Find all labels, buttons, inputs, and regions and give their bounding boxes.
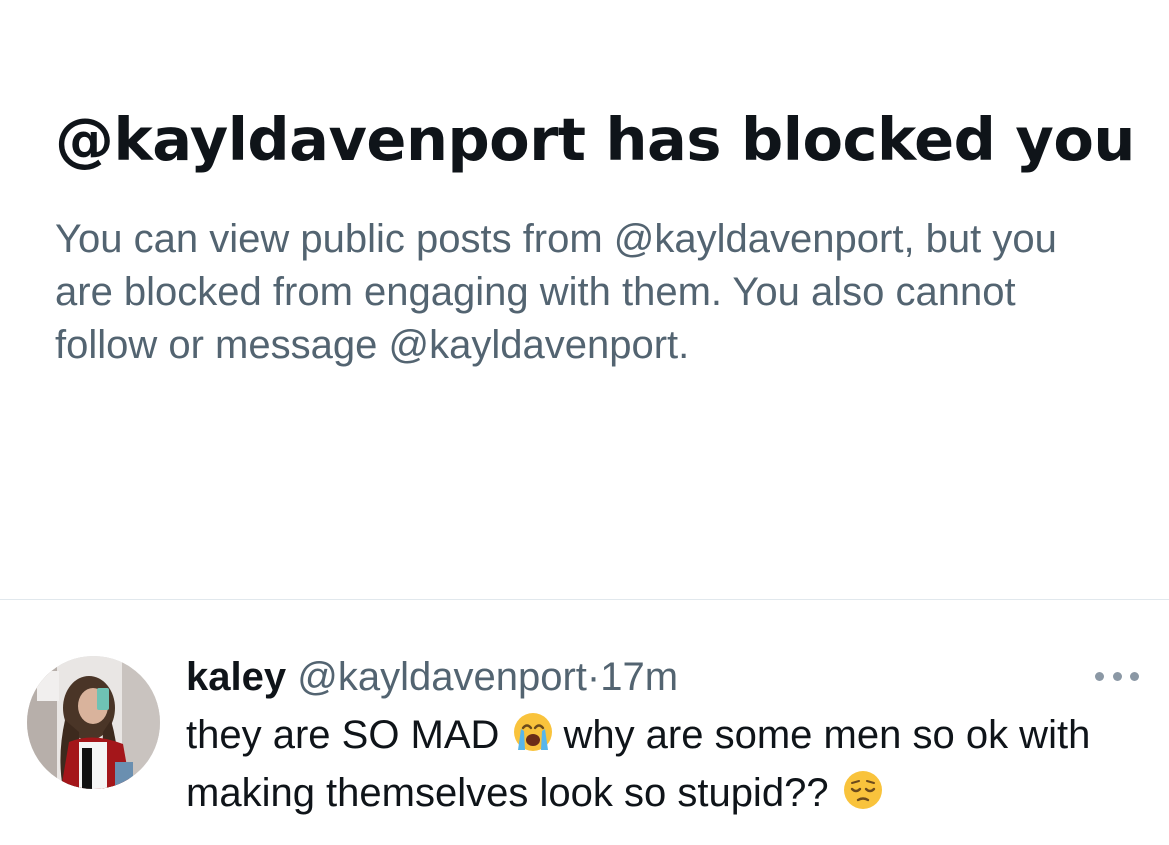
avatar[interactable] <box>27 656 160 789</box>
post-body: kaley @kayldavenport·17m they are SO MAD… <box>186 650 1126 822</box>
post-separator: · <box>586 655 601 699</box>
post[interactable]: kaley @kayldavenport·17m they are SO MAD… <box>0 600 1169 845</box>
more-options-icon <box>1130 671 1139 681</box>
more-options-button[interactable] <box>1095 666 1139 686</box>
blocked-title: @kayldavenport has blocked you <box>55 105 1135 174</box>
post-text: they are SO MAD why are some men so ok w… <box>186 706 1126 822</box>
blocked-description: You can view public posts from @kayldave… <box>55 217 1057 367</box>
post-handle[interactable]: @kayldavenport <box>297 655 587 699</box>
post-header: kaley @kayldavenport·17m <box>186 650 1126 704</box>
more-options-icon <box>1112 671 1122 681</box>
more-options-icon <box>1095 671 1104 681</box>
pensive-face-icon <box>841 768 885 812</box>
post-display-name[interactable]: kaley <box>186 655 286 699</box>
post-timestamp[interactable]: 17m <box>600 655 678 699</box>
post-text-part-1: they are SO MAD <box>186 713 500 757</box>
blocked-notice: @kayldavenport has blocked you You can v… <box>55 100 1135 372</box>
loudly-crying-face-icon <box>511 710 555 754</box>
